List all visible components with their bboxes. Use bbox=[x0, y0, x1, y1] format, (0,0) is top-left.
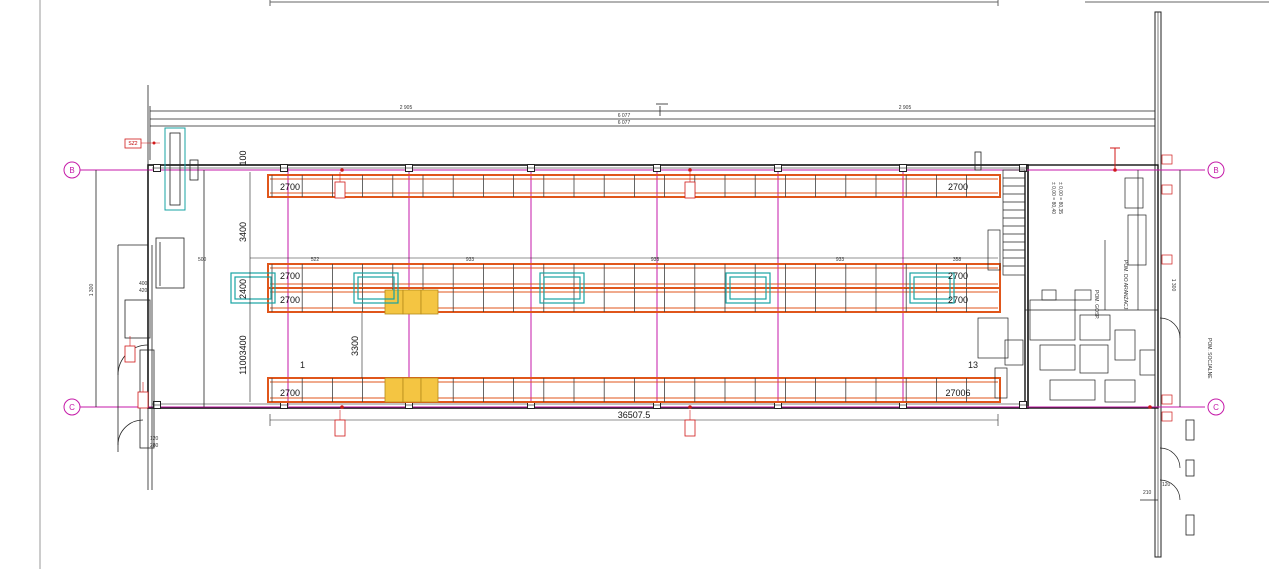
tag-anchor bbox=[340, 168, 344, 172]
rack-length-mark: 2700 bbox=[948, 295, 968, 305]
red-tag bbox=[334, 419, 346, 437]
dim-left-small-c: 420 bbox=[139, 288, 148, 294]
dim-left-vertical: 1 300 bbox=[89, 284, 95, 297]
tag-anchor bbox=[688, 405, 692, 409]
red-tag bbox=[137, 391, 149, 409]
dim-aisle-width-2: 3300 bbox=[350, 336, 360, 356]
grid-bubble-c-left: C bbox=[63, 398, 81, 416]
room-label-right: POM. SOCJALNE bbox=[1206, 338, 1212, 379]
red-tag bbox=[334, 181, 346, 199]
dim-top-total-b: 6 077 bbox=[618, 120, 631, 126]
dim-aisle-width: 3400 bbox=[238, 222, 248, 242]
office-interior bbox=[977, 169, 1181, 501]
tag-anchor bbox=[1148, 405, 1152, 409]
dim-left-small-b: 400 bbox=[139, 281, 148, 287]
dim-module-height: 2400 bbox=[238, 279, 248, 299]
dim-left-small-a: 500 bbox=[198, 257, 207, 263]
dim-top-left: 2 905 bbox=[400, 105, 413, 111]
rack-length-mark: 2700 bbox=[280, 271, 300, 281]
pallet bbox=[420, 289, 439, 315]
rack-length-mark: 2700 bbox=[280, 295, 300, 305]
dim-top-right: 2 905 bbox=[899, 105, 912, 111]
dim-right-vertical: 1 300 bbox=[1170, 279, 1176, 292]
rack-rows bbox=[267, 174, 1001, 403]
aisle-label-1: 1 bbox=[300, 360, 305, 370]
red-tag bbox=[684, 419, 696, 437]
grid-bubble-b-left: B bbox=[63, 161, 81, 179]
pallet bbox=[402, 289, 422, 315]
pallet-group-upper bbox=[384, 289, 439, 315]
building-outline bbox=[147, 164, 1029, 409]
red-tag bbox=[684, 181, 696, 199]
bay-dimension: 933 bbox=[836, 257, 845, 263]
svg-text:SZ2: SZ2 bbox=[128, 141, 137, 147]
pallet bbox=[384, 377, 404, 403]
pallet-group-lower bbox=[384, 377, 439, 403]
dim-bottom-total: 36507.5 bbox=[618, 410, 651, 420]
rack-length-mark: 2700 bbox=[948, 182, 968, 192]
rack-row bbox=[267, 287, 1001, 313]
svg-text:B: B bbox=[69, 166, 74, 175]
svg-text:C: C bbox=[1213, 403, 1219, 412]
svg-text:B: B bbox=[1213, 166, 1218, 175]
bay-dimension: 522 bbox=[311, 257, 320, 263]
grid-bubble-b-right: B bbox=[1207, 161, 1225, 179]
rack-length-mark: 2700 bbox=[280, 182, 300, 192]
red-tag bbox=[124, 345, 136, 363]
grid-bubble-c-right: C bbox=[1207, 398, 1225, 416]
level-note-2: ± 0,00 = 80,35 bbox=[1057, 182, 1063, 214]
pallet bbox=[402, 377, 422, 403]
room-label-middle: POM. GOSP. bbox=[1093, 290, 1099, 319]
svg-text:C: C bbox=[69, 403, 75, 412]
dim-right-small-a: 120 bbox=[1162, 482, 1171, 488]
room-label-left: POM. DO ARANŻACJI bbox=[1122, 260, 1129, 311]
rack-length-mark: 27006 bbox=[945, 388, 970, 398]
dim-lower-small-b: 280 bbox=[150, 443, 159, 449]
dim-top-left-small: 100 bbox=[238, 150, 248, 165]
dim-lower-small-a: 120 bbox=[150, 436, 159, 442]
dim-top-total-a: 6 077 bbox=[618, 113, 631, 119]
tag-sz2: SZ2 bbox=[124, 138, 160, 149]
warehouse-floor-plan: 2 905 2 905 6 077 6 077 B C B C 400 420 … bbox=[39, 0, 1269, 569]
rack-length-mark: 2700 bbox=[280, 388, 300, 398]
bay-dimension: 933 bbox=[466, 257, 475, 263]
rack-row bbox=[267, 377, 1001, 403]
column bbox=[974, 151, 982, 171]
bay-dimension: 358 bbox=[953, 257, 962, 263]
rack-length-mark: 2700 bbox=[948, 271, 968, 281]
aisle-label-13: 13 bbox=[968, 360, 978, 370]
rack-length-marks: 2700 2700 2700 2700 2700 2700 2700 27006 bbox=[280, 182, 971, 398]
tag-anchor bbox=[340, 405, 344, 409]
dim-left-vertical-main: 11003400 bbox=[238, 335, 248, 374]
pallet bbox=[420, 377, 439, 403]
tag-anchor bbox=[688, 168, 692, 172]
bay-dimension: 933 bbox=[651, 257, 660, 263]
level-note-1: ± 0,00 = 80,40 bbox=[1050, 182, 1056, 214]
dim-right-small-b: 210 bbox=[1143, 490, 1152, 496]
top-dimension-chain bbox=[149, 103, 1156, 170]
rack-row bbox=[267, 174, 1001, 198]
rack-row bbox=[267, 263, 1001, 289]
